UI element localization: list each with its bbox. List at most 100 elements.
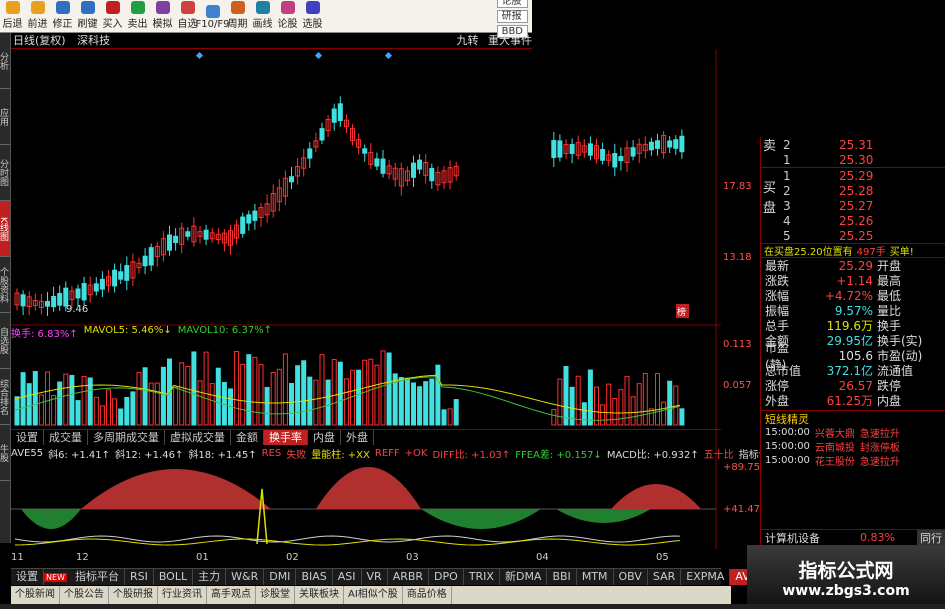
toolbar-button-2[interactable]: 修正 (50, 0, 75, 32)
volume-bar (20, 372, 26, 426)
toolbar-button-10[interactable]: 画线 (250, 0, 275, 32)
left-tab-2[interactable]: 分时图 (0, 145, 10, 201)
indicator-tab-8[interactable]: BIAS (296, 569, 333, 585)
order-alert-qty: 497手 (856, 247, 886, 258)
buy-level-row[interactable]: 4 25.26 (761, 213, 945, 228)
indicator-tab-14[interactable]: 新DMA (500, 569, 548, 585)
toolbar-button-0[interactable]: 后退 (0, 0, 25, 32)
volume-tab-3[interactable]: 虚拟成交量 (165, 430, 231, 445)
volume-tab-4[interactable]: 金额 (231, 430, 264, 445)
indicator-tab-19[interactable]: EXPMA (681, 569, 731, 585)
toolbar-button-12[interactable]: 选股 (300, 0, 325, 32)
candle (679, 135, 685, 153)
indicator-tab-11[interactable]: ARBR (388, 569, 430, 585)
toolbar-button-label: 卖出 (127, 19, 148, 30)
left-tab-0[interactable]: 分析 (0, 33, 10, 89)
industry-footer[interactable]: 计算机设备 0.83% 同行 (761, 529, 945, 546)
indicator-tab-5[interactable]: 主力 (193, 569, 227, 585)
volume-tab-1[interactable]: 成交量 (44, 430, 88, 445)
volume-bar (26, 383, 32, 426)
info-tab-3[interactable]: 行业资讯 (158, 586, 207, 604)
toolbar-button-4[interactable]: 买入 (100, 0, 125, 32)
event-marker-icon[interactable] (384, 51, 393, 60)
buy-level-row[interactable]: 买 盘 2 25.28 (761, 181, 945, 216)
alert-row[interactable]: 15:00:00 云南城投 封涨停板 (761, 439, 945, 454)
indicator-tab-16[interactable]: MTM (577, 569, 614, 585)
info-tab-6[interactable]: 关联板块 (295, 586, 344, 604)
indicator-tab-4[interactable]: BOLL (154, 569, 194, 585)
left-tab-6[interactable]: 综合排名 (0, 369, 10, 425)
sell-level-row[interactable]: 卖 2 25.31 (761, 137, 945, 155)
left-tab-5[interactable]: 自选股 (0, 313, 10, 369)
volume-bar (368, 358, 374, 426)
info-tab-1[interactable]: 个股公告 (60, 586, 109, 604)
order-book: 卖 2 25.31 1 25.30 1 25.29 买 盘 2 25.28 3 25.27 4 25.26… (761, 137, 945, 243)
volume-bar (411, 382, 416, 426)
mavol5-value: MAVOL5: 5.46%↓ (83, 325, 172, 336)
toolbar-button-3[interactable]: 刷键 (75, 0, 100, 32)
indicator-tab-6[interactable]: W&R (226, 569, 265, 585)
chart-mode-label[interactable]: 日线(复权) (13, 34, 66, 47)
info-tab-2[interactable]: 个股研报 (109, 586, 158, 604)
buy-level-row[interactable]: 3 25.27 (761, 198, 945, 213)
info-tab-8[interactable]: 商品价格 (403, 586, 452, 604)
event-marker-icon[interactable] (314, 51, 323, 60)
toolbar-button-1[interactable]: 前进 (25, 0, 50, 32)
info-tab-5[interactable]: 诊股堂 (256, 586, 295, 604)
volume-tab-5[interactable]: 换手率 (264, 430, 308, 445)
info-tab-0[interactable]: 个股新闻 (11, 586, 60, 604)
indicator-tab-2[interactable]: 指标平台 (70, 569, 125, 585)
volume-tab-0[interactable]: 设置 (11, 430, 44, 445)
left-tab-4[interactable]: 个股资料 (0, 257, 10, 313)
toolbar-button-11[interactable]: 论股 (275, 0, 300, 32)
indicator-tab-0[interactable]: 设置 (11, 569, 44, 585)
quote-panel: 卖 2 25.31 1 25.30 1 25.29 买 盘 2 25.28 3 25.27 4 25.26… (760, 137, 945, 546)
vol-axis-label-2: 0.057 (723, 380, 752, 391)
alert-row[interactable]: 15:00:00 花王股份 急速拉升 (761, 453, 945, 468)
indicator-negative-area (21, 509, 81, 529)
indicator-tab-17[interactable]: OBV (614, 569, 648, 585)
buy-level-row[interactable]: 1 25.29 (761, 168, 945, 183)
toolbar-button-5[interactable]: 卖出 (125, 0, 150, 32)
toolbar-button-9[interactable]: 周期 (225, 0, 250, 32)
indicator-tab-13[interactable]: TRIX (464, 569, 500, 585)
indicator-tab-9[interactable]: ASI (333, 569, 362, 585)
volume-tab-7[interactable]: 外盘 (341, 430, 374, 445)
indicator-tab-7[interactable]: DMI (264, 569, 297, 585)
short-term-alerts: 短线精灵 15:00:00 兴蓉大鼎 急速拉升 15:00:00 云南城投 封涨停板 15:… (761, 410, 945, 468)
indicator-tab-12[interactable]: DPO (429, 569, 464, 585)
buy-level-row[interactable]: 5 25.25 (761, 228, 945, 243)
toolbar-right-button-0[interactable]: 论股 (496, 0, 528, 8)
indicator-item-6: REFF (374, 447, 400, 459)
toolbar-button-6[interactable]: 模拟 (150, 0, 175, 32)
ind-axis-label-2: +41.47 (723, 504, 760, 515)
toolbar-button-8[interactable]: F10/F9 (196, 0, 229, 32)
indicator-tab-3[interactable]: RSI (125, 569, 154, 585)
jiuzhuan-button[interactable]: 九转 (457, 34, 479, 47)
volume-bar (246, 354, 252, 426)
toolbar-icon-9 (230, 1, 245, 14)
indicator-tab-10[interactable]: VR (362, 569, 388, 585)
volume-tab-2[interactable]: 多周期成交量 (88, 430, 165, 445)
left-tab-3[interactable]: K线图 (0, 201, 10, 257)
left-tab-7[interactable]: 牛股 (0, 425, 10, 481)
info-tab-4[interactable]: 高手观点 (207, 586, 256, 604)
indicator-tab-15[interactable]: BBI (547, 569, 577, 585)
major-events-button[interactable]: 重大事件 (488, 34, 532, 47)
indicator-tab-18[interactable]: SAR (648, 569, 682, 585)
event-marker-icon[interactable] (195, 51, 204, 60)
alert-row[interactable]: 15:00:00 兴蓉大鼎 急速拉升 (761, 425, 945, 440)
info-tab-7[interactable]: AI相似个股 (344, 586, 403, 604)
kline-chart[interactable]: 17.83 13.18 9.46 榜 0.113 0.057 +89.75 +4… (11, 49, 761, 569)
stat-row: 涨停 26.57 跌停 (761, 378, 945, 394)
stat-value: 61.25万 (826, 394, 873, 408)
volume-bar (356, 369, 362, 426)
stat-row: 总手 119.6万 换手 (761, 318, 945, 333)
industry-peers-button[interactable]: 同行 (917, 529, 945, 546)
left-tab-1[interactable]: 应用 (0, 89, 10, 145)
buy-price: 25.29 (839, 168, 874, 183)
candle (667, 140, 673, 148)
volume-tab-6[interactable]: 内盘 (308, 430, 341, 445)
toolbar-right-button-1[interactable]: 研报 (496, 9, 528, 23)
sell-level-row[interactable]: 1 25.30 (761, 152, 945, 167)
